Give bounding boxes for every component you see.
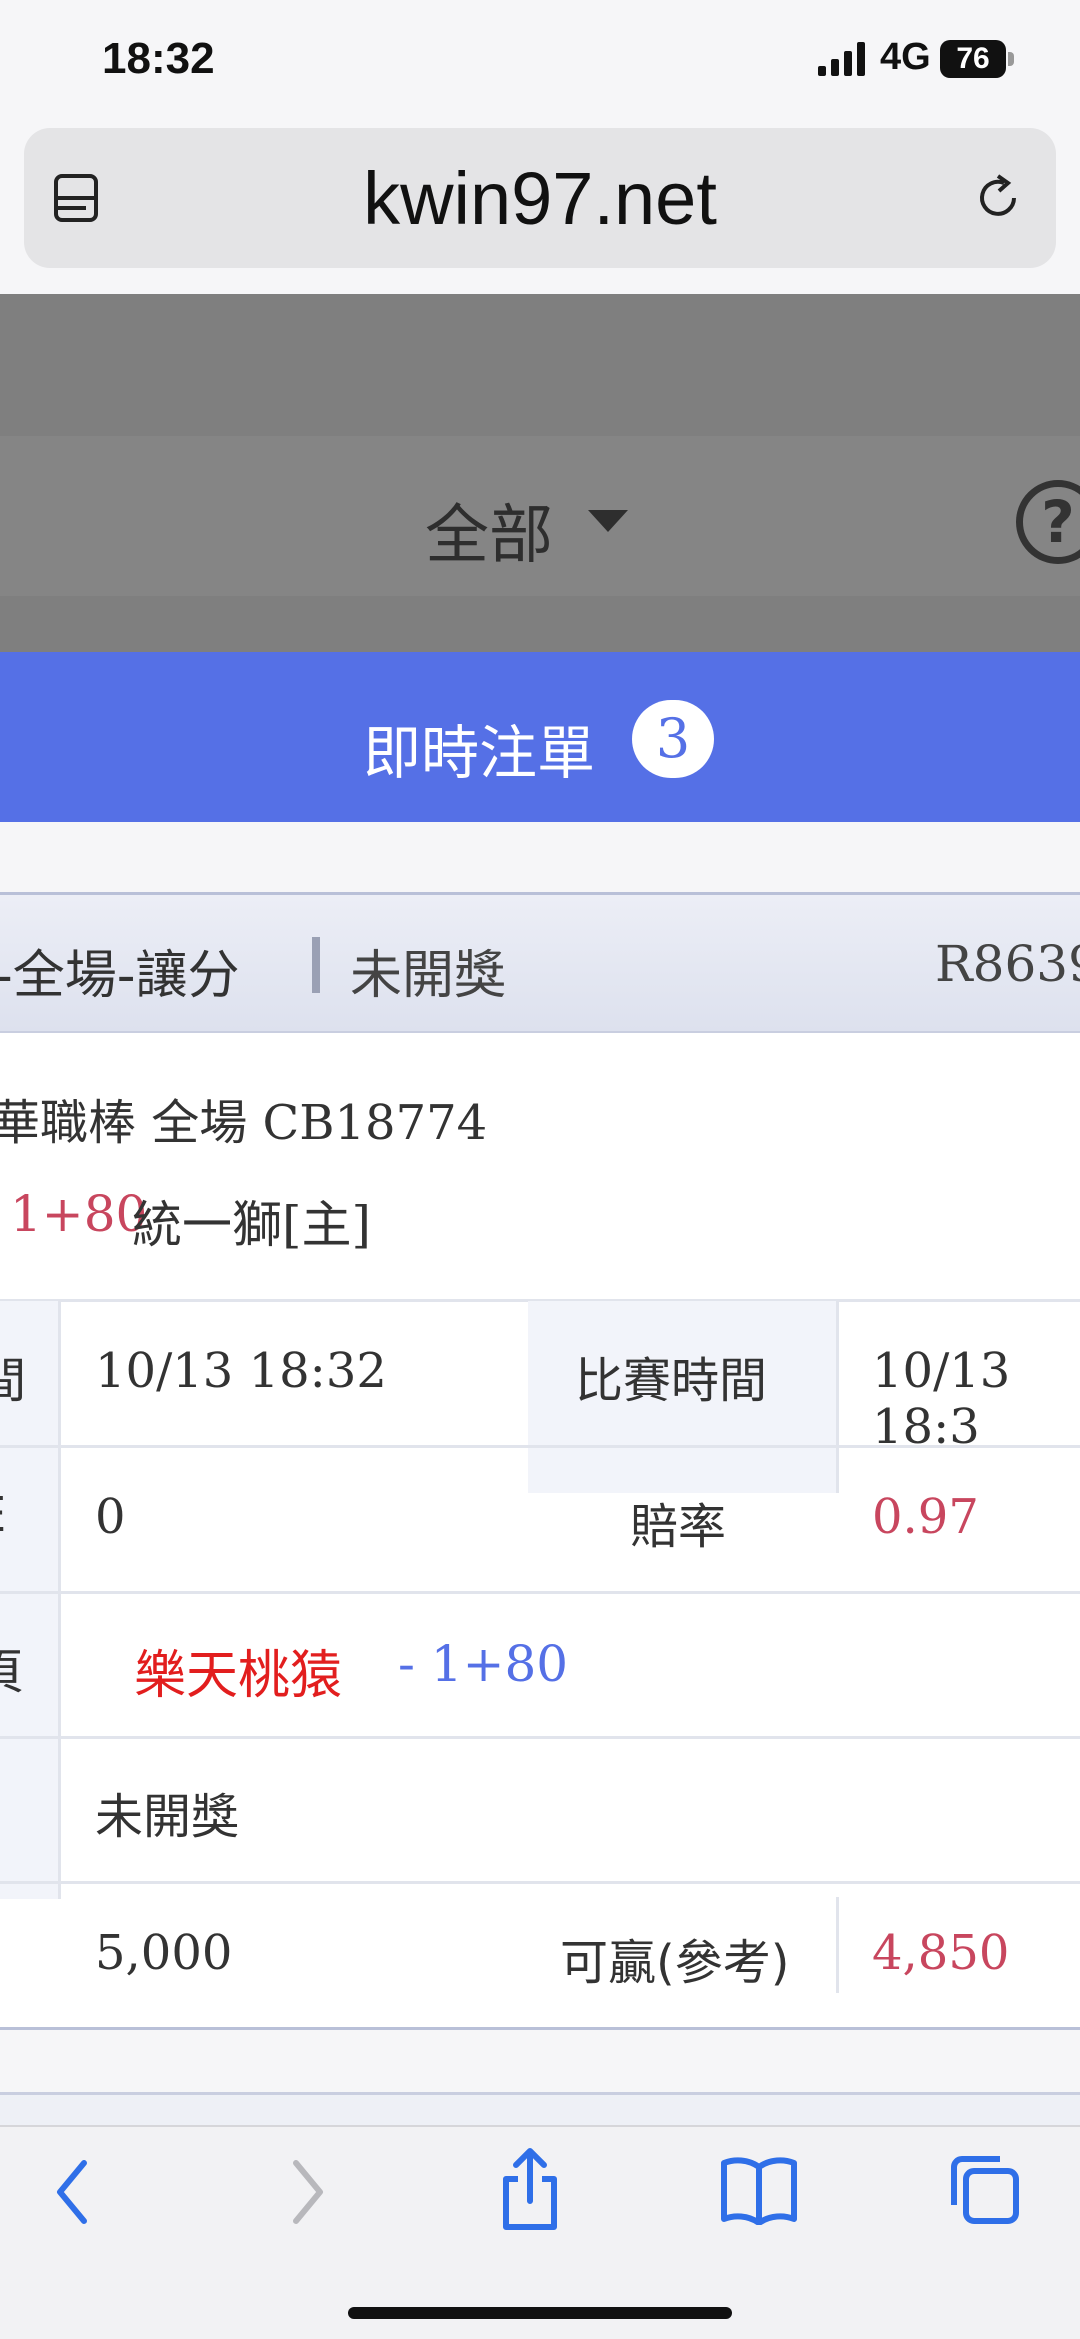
pick-team: 樂天桃猿	[134, 1646, 343, 1706]
battery-icon: 76	[940, 40, 1006, 78]
stake-value: 0	[95, 1489, 126, 1545]
win-label: 可贏(參考)	[560, 1935, 790, 1991]
order-time: 10/13 18:32	[95, 1343, 387, 1399]
win-amount: 4,850	[872, 1925, 1010, 1981]
bet-type: -全場-讓分	[0, 946, 240, 1006]
chevron-down-icon[interactable]	[588, 510, 628, 532]
url-text[interactable]: kwin97.net	[24, 156, 1056, 241]
bookmarks-icon[interactable]	[720, 2155, 798, 2225]
order-number: R8639	[935, 935, 1080, 993]
count-badge: 3	[632, 700, 714, 778]
column-divider	[836, 1301, 839, 1493]
battery-tip	[1008, 52, 1014, 66]
home-team: 統一獅[主]	[132, 1196, 372, 1254]
clock: 18:32	[102, 34, 215, 83]
page-header: 全部 ?	[0, 294, 1080, 652]
handicap-value: 1+80	[10, 1185, 148, 1243]
column-divider	[58, 1301, 61, 1899]
match-time: 10/13 18:3	[872, 1343, 1011, 1455]
row-divider	[0, 1881, 1080, 1884]
amount-value: 5,000	[95, 1925, 233, 1981]
odds-value: 0.97	[872, 1489, 979, 1545]
status-bar: 18:32 4G 76	[0, 0, 1080, 125]
status-text: 未開獎	[350, 946, 507, 1006]
stake-label: E	[0, 1487, 6, 1543]
filter-dropdown[interactable]: 全部	[425, 484, 553, 576]
browser-toolbar	[0, 2125, 1080, 2339]
signal-icon	[818, 42, 865, 76]
pick-label: 頁	[0, 1644, 25, 1700]
row-divider	[0, 1736, 1080, 1739]
share-icon[interactable]	[498, 2147, 562, 2231]
result-value: 未開獎	[95, 1789, 240, 1845]
time-label: 間	[0, 1353, 27, 1409]
network-type: 4G	[880, 36, 931, 78]
tabs-icon[interactable]	[948, 2153, 1020, 2225]
back-icon[interactable]	[50, 2157, 94, 2227]
home-indicator	[348, 2307, 732, 2319]
tab-live-bets[interactable]: 即時注單 3	[0, 652, 1080, 822]
divider	[312, 937, 320, 993]
odds-label: 賠率	[630, 1499, 727, 1555]
match-time-label: 比賽時間	[575, 1353, 768, 1409]
forward-icon[interactable]	[286, 2157, 330, 2227]
address-bar[interactable]: kwin97.net	[24, 128, 1056, 268]
pick-line: - 1+80	[398, 1635, 569, 1693]
row-divider	[0, 1591, 1080, 1594]
reload-icon[interactable]	[968, 168, 1028, 228]
column-divider	[836, 1897, 839, 1993]
league-info: 華職棒 全場 CB18774	[0, 1095, 488, 1151]
bet-card: -全場-讓分 未開獎 R8639 華職棒 全場 CB18774 1+80 統一獅…	[0, 892, 1080, 2030]
bet-card-header: -全場-讓分 未開獎 R8639	[0, 895, 1080, 1033]
tab-label: 即時注單	[363, 719, 596, 787]
